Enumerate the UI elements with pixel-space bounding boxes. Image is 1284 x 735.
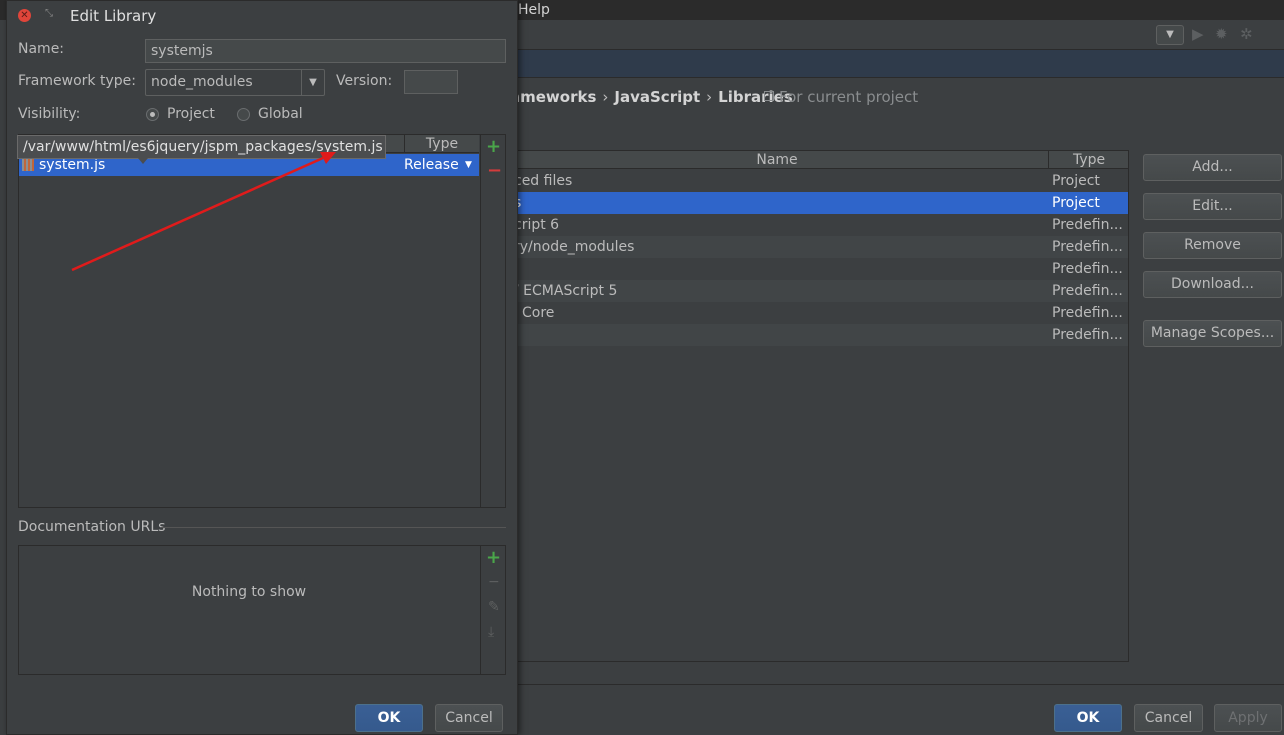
- arrow-shaft: [71, 156, 324, 272]
- annotation-arrow: [71, 152, 336, 272]
